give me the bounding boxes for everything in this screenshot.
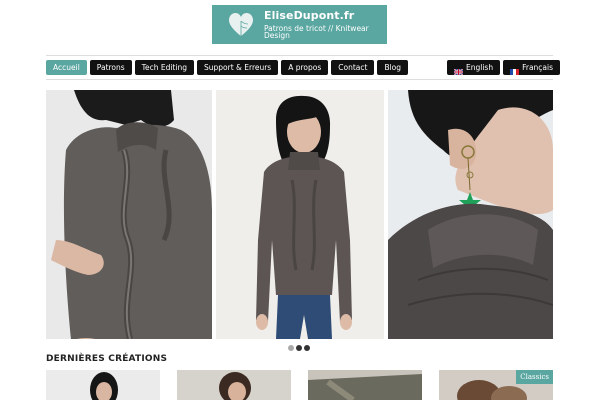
creation-thumb-3[interactable] — [308, 370, 422, 400]
slide-dot-2[interactable] — [296, 345, 302, 351]
logo-tagline: Patrons de tricot // Knitwear Design — [264, 23, 369, 40]
slide-cable-sweater — [46, 90, 212, 339]
hero-slideshow[interactable] — [46, 90, 553, 339]
latest-creations-grid: Classics — [46, 370, 553, 400]
language-francais-button[interactable]: Français — [503, 60, 561, 75]
nav-item-support[interactable]: Support & Erreurs — [196, 60, 279, 75]
slide-dot-1[interactable] — [288, 345, 294, 351]
nav-item-blog[interactable]: Blog — [377, 60, 409, 75]
language-francais-label: Français — [522, 63, 554, 72]
logo-name: EliseDupont.fr — [264, 8, 355, 22]
slide-cowl-earring — [388, 90, 553, 339]
creation-thumb-4[interactable]: Classics — [439, 370, 553, 400]
language-switcher: English Français — [447, 60, 561, 75]
nav-item-patrons[interactable]: Patrons — [89, 60, 132, 75]
classics-badge: Classics — [516, 370, 553, 384]
nav-item-tech-editing[interactable]: Tech Editing — [134, 60, 194, 75]
nav-item-accueil[interactable]: Accueil — [46, 60, 87, 75]
main-nav: Accueil Patrons Tech Editing Support & E… — [46, 60, 409, 75]
language-english-label: English — [466, 63, 494, 72]
slide-woman-sweater — [216, 90, 384, 339]
divider-nav — [46, 79, 553, 80]
creation-thumb-2[interactable] — [177, 370, 291, 400]
france-flag-icon — [510, 65, 520, 75]
creation-thumb-1[interactable] — [46, 370, 160, 400]
language-english-button[interactable]: English — [447, 60, 501, 75]
latest-creations-heading: DERNIÈRES CRÉATIONS — [46, 354, 168, 364]
nav-item-contact[interactable]: Contact — [331, 60, 375, 75]
site-logo[interactable]: EliseDupont.fr Patrons de tricot // Knit… — [212, 5, 387, 44]
slideshow-pagination — [288, 345, 310, 351]
slide-dot-3[interactable] — [304, 345, 310, 351]
nav-item-a-propos[interactable]: A propos — [281, 60, 329, 75]
uk-flag-icon — [453, 65, 464, 75]
heart-icon — [228, 12, 254, 38]
divider-top — [46, 55, 553, 56]
